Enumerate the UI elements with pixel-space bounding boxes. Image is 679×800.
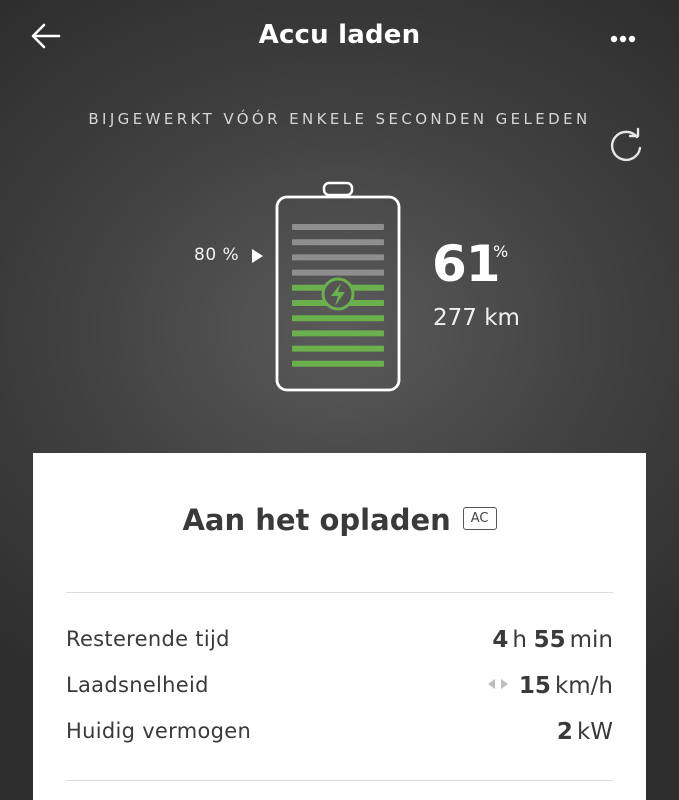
charging-card: Aan het opladen AC Resterende tijd 4h 55 m… [33, 453, 646, 800]
battery-level-bar [292, 254, 384, 261]
battery-level-bar [292, 239, 384, 246]
battery-level-bar [292, 224, 384, 230]
battery-terminal [322, 181, 354, 197]
battery-graphic [275, 181, 401, 392]
lightning-bolt-icon [321, 277, 355, 311]
charge-speed-row: Laadsnelheid 15 km/h [66, 673, 613, 703]
battery-level-bar [292, 330, 384, 337]
current-power-value: 2 kW [556, 719, 613, 745]
battery-level-bar [292, 269, 384, 276]
refresh-icon [610, 127, 642, 161]
estimated-range: 277 km [433, 305, 520, 331]
more-options-button[interactable] [609, 30, 641, 43]
top-bar: Accu laden [0, 0, 679, 72]
charge-percent-unit: % [493, 242, 509, 261]
divider [66, 780, 613, 781]
refresh-button[interactable] [606, 127, 646, 167]
battery-level-bar [292, 345, 384, 352]
battery-level-bar [292, 360, 384, 367]
remaining-time-value: 4h 55 min [492, 627, 613, 653]
remaining-time-row: Resterende tijd 4h 55 min [66, 627, 613, 657]
page-title: Accu laden [258, 20, 421, 50]
charge-speed-value: 15 km/h [487, 673, 613, 699]
charging-status-title: Aan het opladen [182, 503, 451, 537]
charge-limit-label: 80 % [194, 245, 240, 265]
ac-badge: AC [462, 506, 497, 530]
current-power-label: Huidig vermogen [66, 719, 252, 743]
left-right-arrows-icon [487, 679, 508, 689]
charge-percent: 61 [432, 235, 501, 293]
charge-limit-arrow-icon [252, 249, 263, 263]
charge-speed-label: Laadsnelheid [66, 673, 209, 697]
more-dots-icon [610, 35, 636, 43]
divider [66, 592, 613, 593]
current-power-row: Huidig vermogen 2 kW [66, 719, 613, 749]
battery-level-bar [292, 315, 384, 322]
remaining-time-label: Resterende tijd [66, 627, 230, 651]
card-header: Aan het opladen AC [33, 503, 646, 537]
last-updated-text: BIJGEWERKT VÓÓR ENKELE SECONDEN GELEDEN [88, 110, 591, 128]
